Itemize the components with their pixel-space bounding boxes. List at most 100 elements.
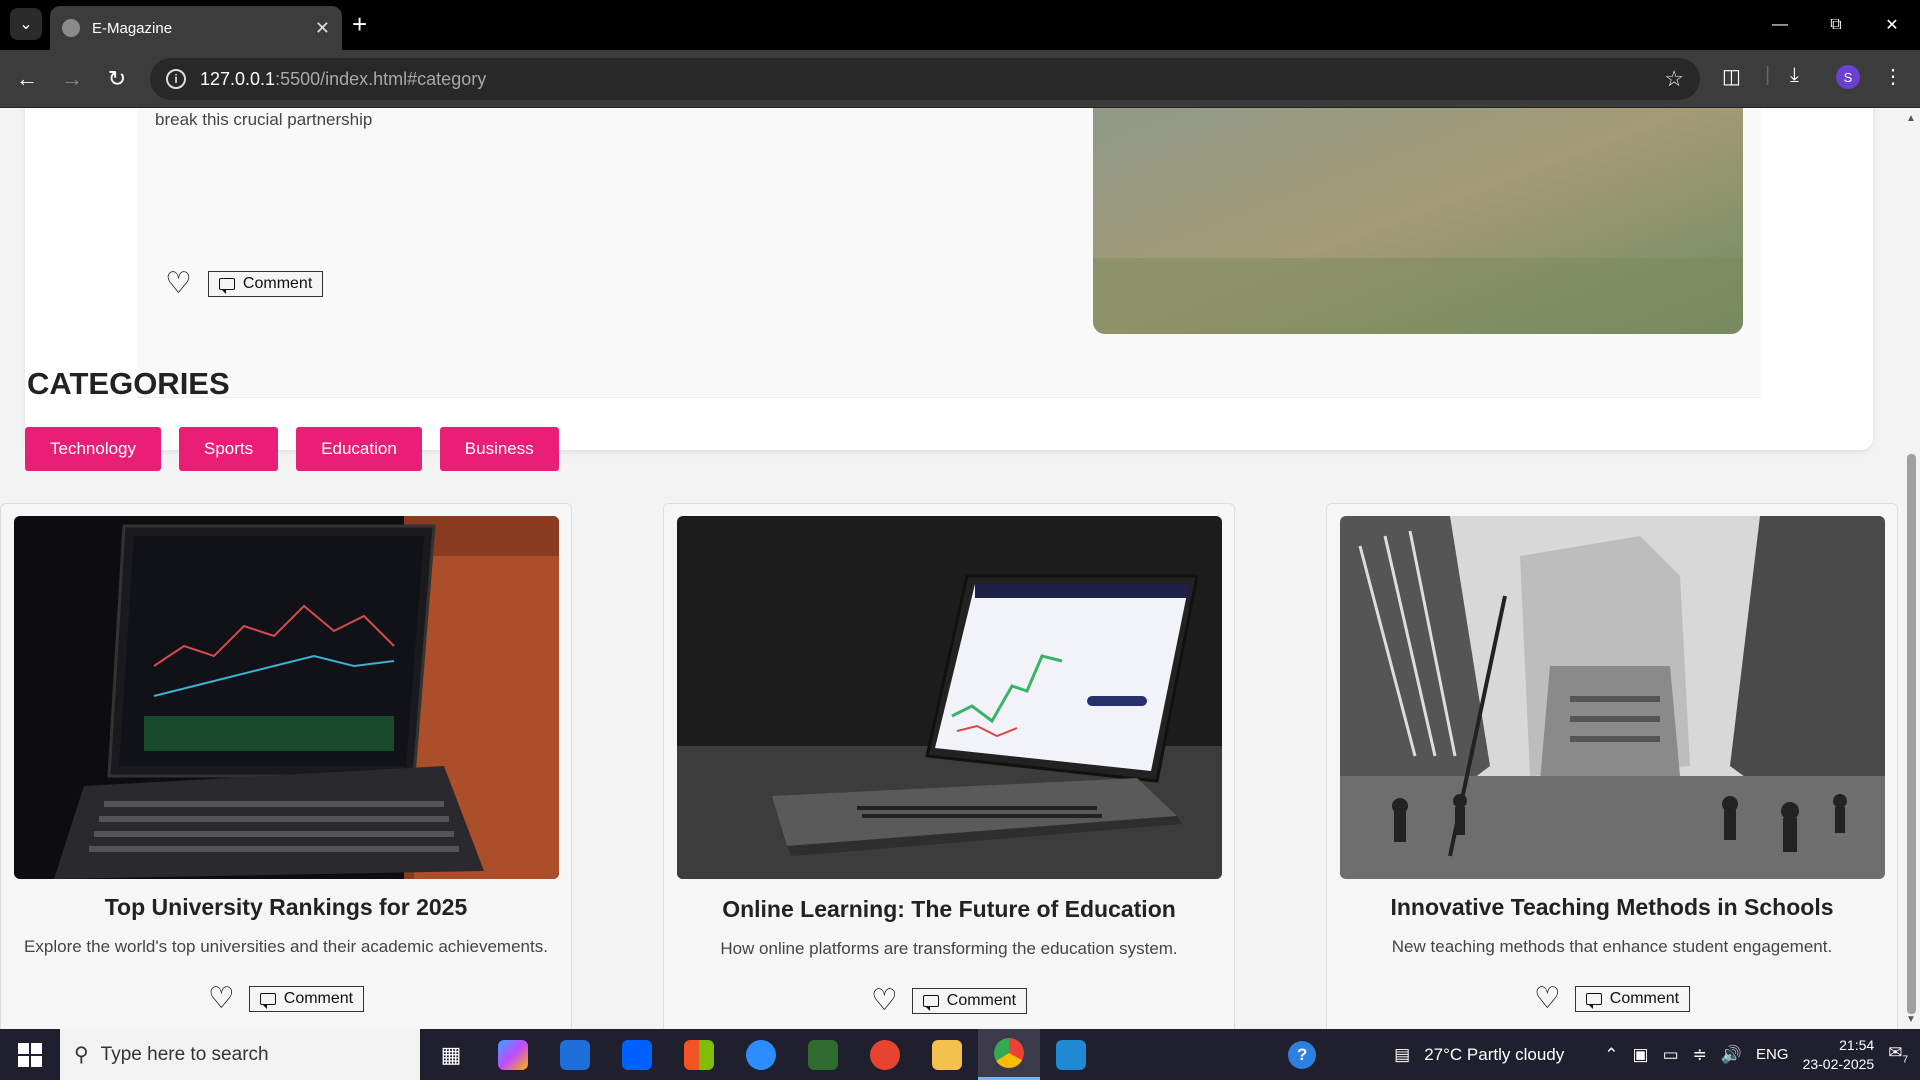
task-view-icon[interactable]: ▦ — [420, 1029, 482, 1080]
taskbar-search-placeholder: Type here to search — [100, 1043, 269, 1065]
close-window-icon[interactable]: ✕ — [1864, 0, 1920, 50]
article-title[interactable]: Innovative Teaching Methods in Schools — [1327, 894, 1897, 921]
wps-office-icon[interactable] — [854, 1029, 916, 1080]
clock-date: 23-02-2025 — [1802, 1055, 1875, 1072]
comment-label: Comment — [946, 992, 1017, 1009]
back-arrow-icon[interactable]: ← — [10, 62, 44, 96]
site-info-icon[interactable]: i — [166, 69, 186, 89]
comment-icon — [1585, 993, 1602, 1009]
comment-button[interactable]: Comment — [1574, 986, 1691, 1012]
help-icon[interactable]: ? — [1288, 1040, 1317, 1069]
article-image-trading-tablet — [14, 516, 559, 879]
comment-icon — [259, 993, 276, 1009]
featured-article-text: Shreyas Iyer. The match is poised delica… — [155, 110, 373, 129]
language-indicator[interactable]: ENG — [1756, 1046, 1789, 1063]
article-actions: ♡ Comment — [1327, 984, 1897, 1014]
comment-icon — [922, 995, 939, 1011]
profile-avatar[interactable]: S — [1836, 65, 1860, 89]
article-image-laptop — [677, 516, 1222, 879]
taskbar-search[interactable]: ⚲ Type here to search — [60, 1029, 420, 1080]
heart-icon[interactable]: ♡ — [871, 986, 898, 1016]
url-host: 127.0.0.1 — [200, 68, 276, 89]
scrollbar-thumb[interactable] — [1907, 454, 1916, 1014]
category-technology-button[interactable]: Technology — [25, 427, 162, 471]
scroll-down-arrow-icon[interactable]: ▼ — [1906, 1014, 1916, 1025]
copilot-icon[interactable] — [482, 1029, 544, 1080]
comment-button[interactable]: Comment — [207, 271, 324, 297]
bookmark-star-icon[interactable]: ☆ — [1664, 66, 1684, 92]
globe-icon — [62, 19, 80, 37]
extensions-icon[interactable]: ◫ — [1722, 64, 1741, 89]
meet-now-icon[interactable]: ▣ — [1633, 1045, 1649, 1065]
browser-tab-bar: ⌄ E-Magazine ✕ + — ⧉ ✕ — [0, 0, 1920, 50]
address-bar[interactable]: i 127.0.0.1:5500/index.html#category ☆ — [150, 58, 1700, 100]
category-buttons: Technology Sports Education Business — [25, 427, 559, 471]
dropbox-icon[interactable] — [606, 1029, 668, 1080]
comment-icon — [218, 278, 235, 294]
tab-title: E-Magazine — [92, 19, 173, 37]
volume-icon[interactable]: 🔊 — [1721, 1045, 1742, 1065]
close-tab-icon[interactable]: ✕ — [315, 18, 330, 39]
clock[interactable]: 21:54 23-02-2025 — [1803, 1036, 1875, 1074]
vscode-icon[interactable] — [1040, 1029, 1102, 1080]
featured-actions: ♡ Comment — [165, 269, 324, 299]
mail-icon[interactable] — [544, 1029, 606, 1080]
comment-button[interactable]: Comment — [911, 988, 1028, 1014]
featured-article-inner: Shreyas Iyer. The match is poised delica… — [137, 108, 1761, 398]
notification-count: 7 — [1902, 1054, 1908, 1066]
browser-tab-active[interactable]: E-Magazine ✕ — [50, 6, 342, 50]
chevron-down-icon: ⌄ — [19, 16, 33, 33]
cricket-app-icon[interactable] — [792, 1029, 854, 1080]
battery-icon[interactable]: ▭ — [1663, 1045, 1679, 1065]
featured-article: Shreyas Iyer. The match is poised delica… — [25, 108, 1873, 450]
zoom-icon[interactable] — [730, 1029, 792, 1080]
store-icon[interactable] — [668, 1029, 730, 1080]
windows-taskbar: ⚲ Type here to search ▦ ? ▤ 27°C Partly … — [0, 1029, 1920, 1080]
comment-label: Comment — [283, 990, 354, 1007]
forward-arrow-icon[interactable]: → — [55, 62, 89, 96]
article-card: Top University Rankings for 2025 Explore… — [0, 503, 572, 1029]
category-education-button[interactable]: Education — [296, 427, 422, 471]
article-image-wall-street — [1340, 516, 1885, 879]
article-description: New teaching methods that enhance studen… — [1391, 937, 1833, 956]
browser-toolbar: ← → ↻ i 127.0.0.1:5500/index.html#catego… — [0, 50, 1920, 108]
heart-icon[interactable]: ♡ — [165, 269, 192, 299]
article-description: How online platforms are transforming th… — [720, 939, 1178, 958]
clock-time: 21:54 — [1839, 1036, 1875, 1053]
system-tray: ? ▤ 27°C Partly cloudy ⌃ ▣ ▭ ≑ 🔊 ENG 21:… — [1288, 1029, 1920, 1080]
article-title[interactable]: Online Learning: The Future of Education — [664, 896, 1234, 923]
heart-icon[interactable]: ♡ — [1534, 984, 1561, 1014]
page-viewport: Shreyas Iyer. The match is poised delica… — [0, 108, 1902, 1029]
windows-logo-icon — [18, 1042, 42, 1067]
file-explorer-icon[interactable] — [916, 1029, 978, 1080]
tab-search-button[interactable]: ⌄ — [10, 8, 42, 40]
reload-icon[interactable]: ↻ — [100, 62, 134, 96]
url-path: :5500/index.html#category — [275, 68, 487, 89]
category-business-button[interactable]: Business — [439, 427, 559, 471]
article-actions: ♡ Comment — [1, 984, 571, 1014]
weather-text[interactable]: 27°C Partly cloudy — [1424, 1045, 1564, 1065]
comment-button[interactable]: Comment — [248, 986, 365, 1012]
chrome-icon[interactable] — [978, 1029, 1040, 1080]
comment-label: Comment — [1609, 990, 1680, 1007]
restore-icon[interactable]: ⧉ — [1808, 0, 1864, 50]
news-weather-icon[interactable]: ▤ — [1394, 1045, 1410, 1065]
comment-label: Comment — [242, 275, 313, 292]
new-tab-button[interactable]: + — [352, 10, 367, 38]
start-button[interactable] — [0, 1029, 60, 1080]
article-title[interactable]: Top University Rankings for 2025 — [1, 894, 571, 921]
notification-icon[interactable]: ✉7 — [1888, 1043, 1908, 1065]
download-icon[interactable]: ⤓ — [1790, 64, 1799, 87]
scroll-up-arrow-icon[interactable]: ▲ — [1906, 113, 1916, 124]
menu-kebab-icon[interactable]: ⋮ — [1883, 64, 1903, 89]
page-scrollbar[interactable]: ▲ ▼ — [1902, 108, 1920, 1029]
show-hidden-icons-icon[interactable]: ⌃ — [1604, 1045, 1618, 1065]
category-sports-button[interactable]: Sports — [179, 427, 279, 471]
wifi-icon[interactable]: ≑ — [1693, 1045, 1707, 1065]
heart-icon[interactable]: ♡ — [208, 984, 235, 1014]
search-icon: ⚲ — [74, 1044, 89, 1066]
featured-article-image — [1093, 108, 1743, 334]
article-description: Explore the world's top universities and… — [24, 937, 548, 956]
window-controls: — ⧉ ✕ — [1752, 0, 1920, 50]
minimize-icon[interactable]: — — [1752, 0, 1808, 50]
